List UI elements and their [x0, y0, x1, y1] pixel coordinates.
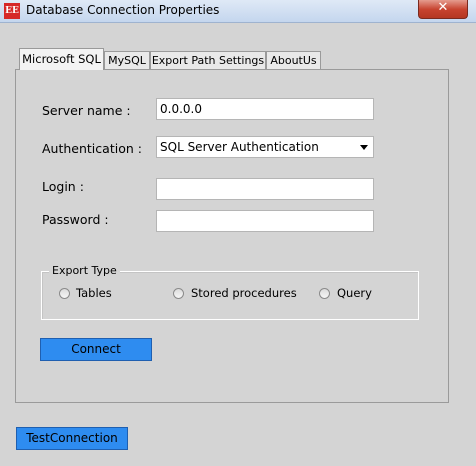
tab-label: MySQL [108, 54, 146, 67]
authentication-label: Authentication : [42, 141, 142, 156]
tab-label: Microsoft SQL [22, 52, 101, 66]
close-button[interactable]: ✕ [418, 0, 468, 19]
radio-query-label: Query [337, 286, 372, 300]
login-input[interactable] [156, 178, 374, 200]
test-connection-button[interactable]: TestConnection [16, 427, 128, 450]
window-title: Database Connection Properties [26, 3, 220, 17]
radio-query[interactable] [319, 288, 330, 299]
export-type-legend: Export Type [49, 264, 120, 277]
connect-button[interactable]: Connect [40, 338, 152, 361]
server-name-label: Server name : [42, 103, 131, 118]
app-icon: EE [4, 3, 20, 19]
radio-tables[interactable] [59, 288, 70, 299]
tab-mysql[interactable]: MySQL [104, 51, 150, 69]
login-label: Login : [42, 179, 84, 194]
tab-label: AboutUs [270, 54, 317, 67]
server-name-input[interactable]: 0.0.0.0 [156, 98, 374, 120]
tab-export-path-settings[interactable]: Export Path Settings [150, 51, 266, 69]
authentication-select[interactable]: SQL Server Authentication [156, 136, 374, 158]
radio-tables-label: Tables [76, 286, 112, 300]
password-label: Password : [42, 212, 109, 227]
close-icon: ✕ [437, 0, 449, 15]
connect-button-label: Connect [71, 342, 121, 356]
tab-aboutus[interactable]: AboutUs [266, 51, 321, 69]
test-connection-button-label: TestConnection [26, 431, 118, 445]
title-bar: EE Database Connection Properties ✕ [0, 0, 476, 23]
chevron-down-icon [360, 145, 368, 150]
radio-stored-procedures[interactable] [173, 288, 184, 299]
password-input[interactable] [156, 210, 374, 232]
tab-microsoft-sql[interactable]: Microsoft SQL [19, 48, 104, 70]
radio-stored-procedures-label: Stored procedures [191, 286, 297, 300]
tab-label: Export Path Settings [151, 54, 265, 67]
authentication-value: SQL Server Authentication [160, 140, 319, 154]
